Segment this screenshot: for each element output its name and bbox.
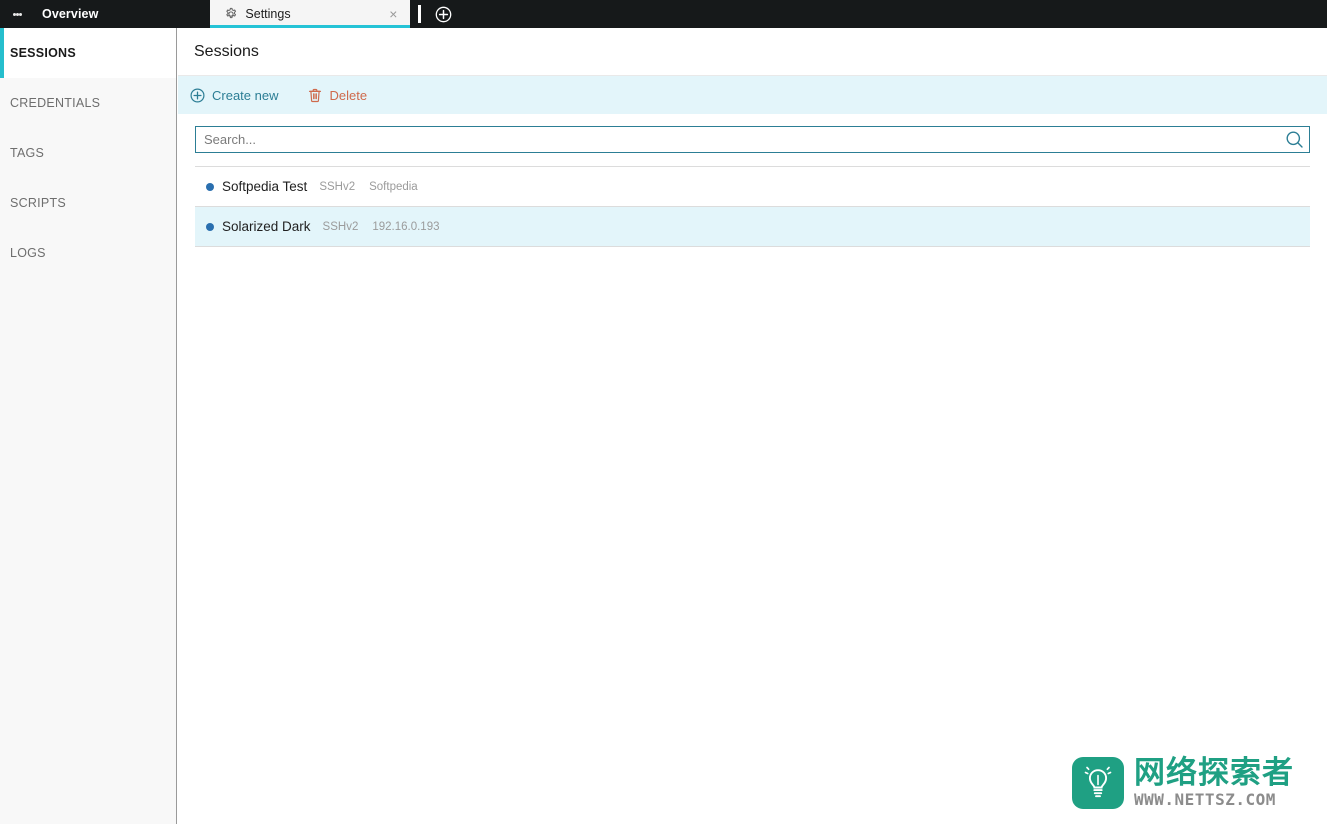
session-protocol: SSHv2 [322, 220, 359, 233]
session-name: Softpedia Test [222, 179, 308, 194]
create-new-label: Create new [212, 87, 279, 103]
session-name: Solarized Dark [222, 219, 311, 234]
sidebar-item-scripts[interactable]: SCRIPTS [0, 178, 176, 228]
trash-icon [309, 88, 322, 102]
sidebar-item-credentials[interactable]: CREDENTIALS [0, 78, 176, 128]
toolbar: Create new Delete [178, 76, 1327, 114]
sidebar-item-label: LOGS [10, 246, 46, 260]
close-icon[interactable]: × [386, 5, 400, 23]
sidebar-item-label: SCRIPTS [10, 196, 66, 210]
sidebar-item-label: SESSIONS [10, 46, 76, 60]
gear-icon [226, 7, 237, 19]
sidebar: SESSIONS CREDENTIALS TAGS SCRIPTS LOGS [0, 28, 177, 824]
kebab-menu-icon[interactable] [0, 0, 34, 28]
tab-label: Settings [245, 7, 291, 21]
tab-divider [418, 5, 422, 23]
delete-label: Delete [329, 87, 368, 103]
sidebar-item-logs[interactable]: LOGS [0, 228, 176, 278]
sidebar-item-label: TAGS [10, 146, 45, 160]
session-host: 192.16.0.193 [372, 220, 440, 233]
plus-circle-icon [190, 87, 205, 103]
table-row[interactable]: Softpedia Test SSHv2 Softpedia [195, 167, 1310, 207]
page-title: Sessions [178, 28, 1327, 76]
sessions-list: Softpedia Test SSHv2 Softpedia Solarized… [195, 166, 1310, 247]
search-icon [1286, 131, 1303, 148]
sidebar-item-label: CREDENTIALS [10, 96, 101, 110]
sidebar-item-sessions[interactable]: SESSIONS [0, 28, 176, 78]
sidebar-item-tags[interactable]: TAGS [0, 128, 176, 178]
plus-circle-icon [435, 6, 452, 22]
search-button[interactable] [1279, 130, 1309, 149]
session-host: Softpedia [369, 180, 418, 193]
overview-label: Overview [42, 7, 99, 21]
search-bar [195, 126, 1310, 153]
app-window: Overview Settings × SESSIONS CREDENTIALS… [0, 0, 1327, 824]
table-row[interactable]: Solarized Dark SSHv2 192.16.0.193 [195, 207, 1310, 247]
tab-strip: Settings × [210, 0, 411, 28]
create-new-button[interactable]: Create new [190, 88, 278, 103]
new-tab-button[interactable] [430, 0, 456, 28]
title-bar: Overview Settings × [0, 0, 1327, 28]
search-input[interactable] [196, 127, 1279, 152]
delete-button[interactable]: Delete [308, 88, 367, 103]
status-dot [206, 182, 214, 191]
tab-settings[interactable]: Settings × [210, 0, 411, 28]
session-protocol: SSHv2 [319, 180, 356, 193]
main-content: Sessions Create new Delete Search... Sof… [178, 28, 1327, 824]
status-dot [206, 222, 214, 231]
overview-tab[interactable]: Overview [34, 0, 110, 28]
